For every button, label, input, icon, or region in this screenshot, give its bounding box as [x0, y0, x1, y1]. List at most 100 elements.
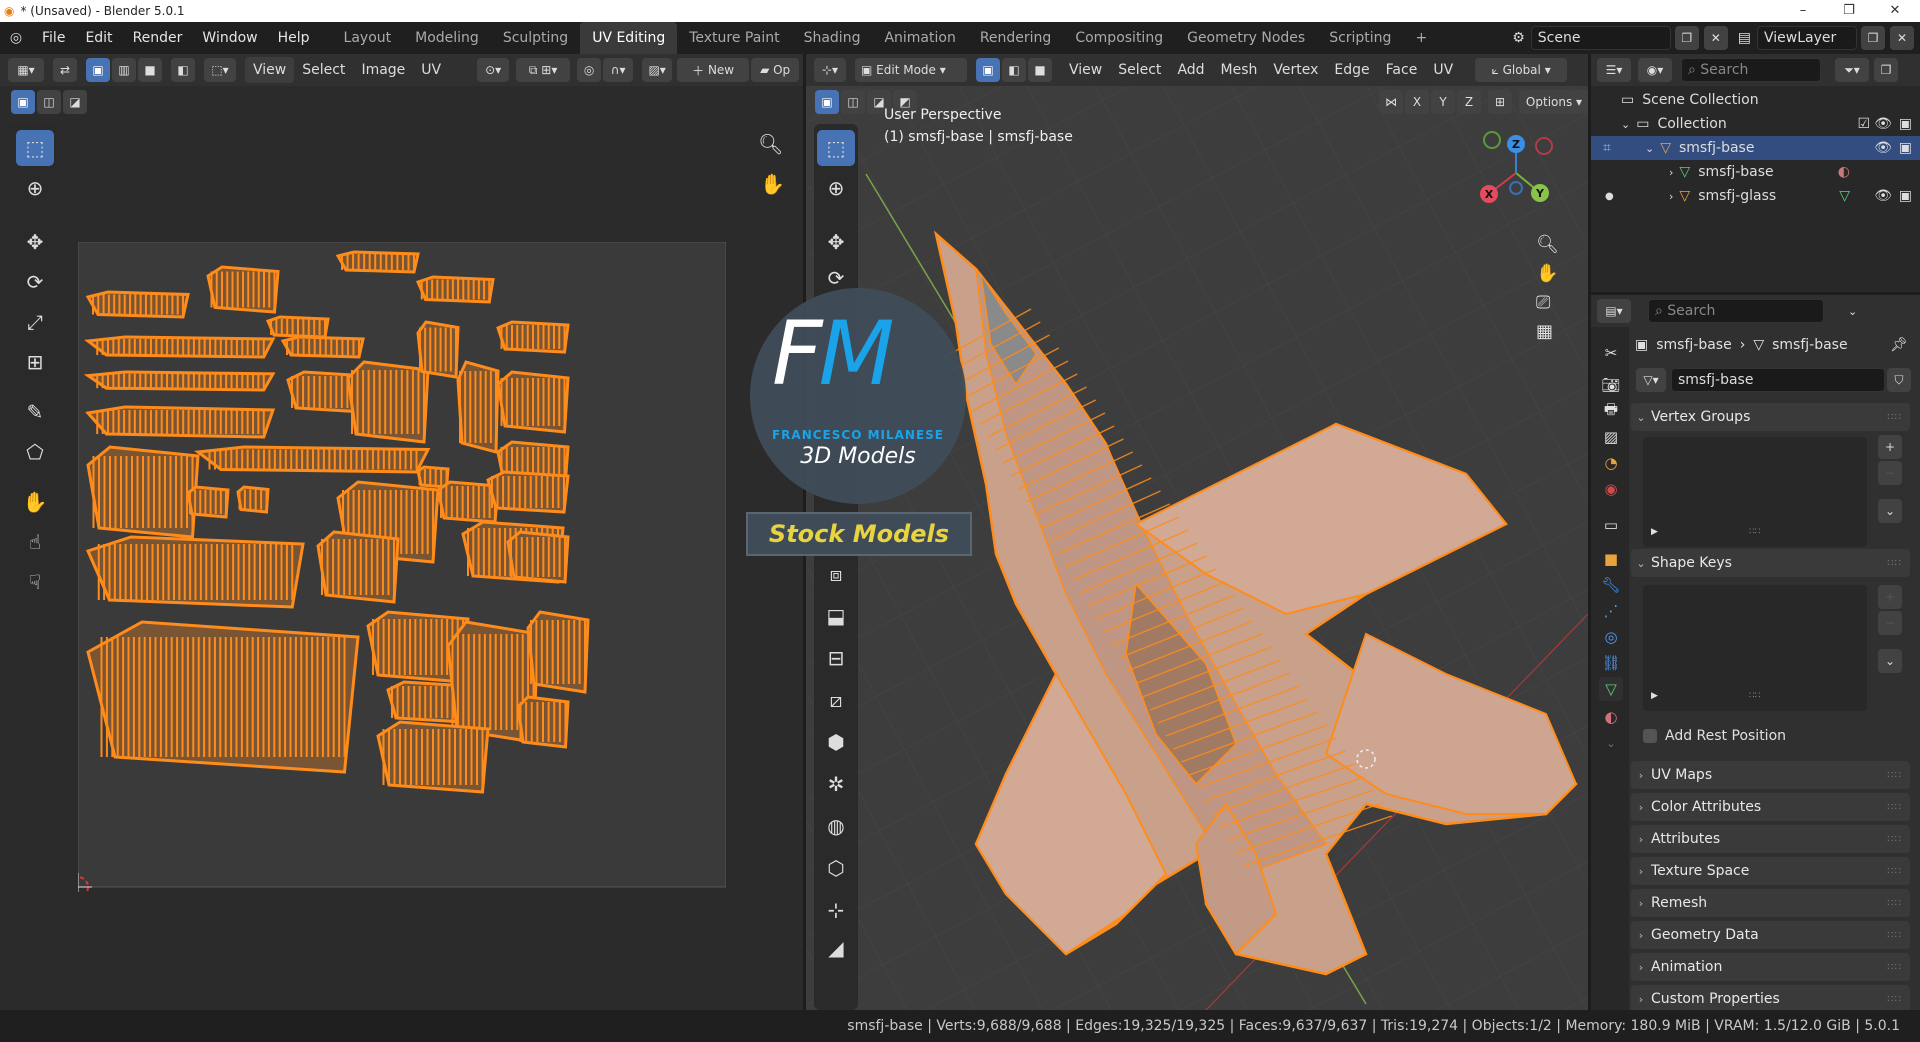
island-select-icon[interactable]: ◧ — [171, 58, 195, 82]
rip-tool-icon[interactable]: ⬠ — [16, 434, 54, 470]
panel-texture-space[interactable]: › Texture Space ∷∷ — [1631, 857, 1910, 885]
render-camera-icon[interactable]: ▣ — [1899, 188, 1912, 204]
resize-grip-icon[interactable]: ∷∷ — [1749, 691, 1760, 701]
chevron-down-icon[interactable]: ⌄ — [1848, 305, 1857, 318]
vp-menu-view[interactable]: View — [1061, 57, 1110, 83]
vp-menu-select[interactable]: Select — [1110, 57, 1169, 83]
mirror-y-button[interactable]: Y — [1431, 90, 1455, 114]
scene-tab-icon[interactable]: ◔ — [1599, 451, 1623, 475]
drag-grip-icon[interactable]: ∷∷ — [1887, 994, 1902, 1005]
pin-icon[interactable]: 📌︎ — [1890, 337, 1908, 353]
perspective-toggle-icon[interactable]: ▦ — [1536, 321, 1559, 342]
render-camera-icon[interactable]: ▣ — [1899, 140, 1912, 156]
tab-rendering[interactable]: Rendering — [968, 22, 1064, 54]
output-tab-icon[interactable]: 🖶︎ — [1599, 399, 1623, 423]
shear-tool-icon[interactable]: ◢ — [817, 930, 855, 966]
sticky-mode-icon[interactable]: ⬚▾ — [204, 58, 236, 82]
viewport-editor-type-icon[interactable]: ⊹▾ — [814, 58, 846, 82]
vp-zoom-icon[interactable]: 🔍︎ — [1536, 234, 1559, 255]
collection-tab-icon[interactable]: ▭ — [1599, 513, 1623, 537]
filter-icon[interactable]: ⏷▾ — [1835, 58, 1869, 82]
vertex-mode-icon[interactable]: ▣ — [976, 58, 1000, 82]
vp-menu-face[interactable]: Face — [1378, 57, 1426, 83]
pan-icon[interactable]: ✋ — [760, 172, 785, 196]
remove-scene-icon[interactable]: ✕ — [1703, 26, 1728, 50]
drag-grip-icon[interactable]: ∷∷ — [1887, 834, 1902, 845]
editor-type-icon[interactable]: ▦▾ — [8, 58, 44, 82]
world-tab-icon[interactable]: ◉ — [1599, 477, 1623, 501]
falloff-icon[interactable]: ∩▾ — [603, 58, 634, 82]
panel-remesh[interactable]: › Remesh ∷∷ — [1631, 889, 1910, 917]
open-image-button[interactable]: ▰ Op — [751, 58, 800, 82]
panel-shape-keys[interactable]: ⌄ Shape Keys ∷∷ — [1631, 549, 1910, 577]
scene-selector[interactable]: Scene — [1530, 26, 1671, 50]
expand-icon[interactable]: › — [1669, 166, 1673, 179]
properties-search[interactable]: ⌕ Search — [1648, 299, 1824, 323]
vp-cursor-tool-icon[interactable]: ⊕ — [817, 170, 855, 206]
select-extend-icon[interactable]: ◫ — [37, 90, 61, 114]
drag-grip-icon[interactable]: ∷∷ — [1887, 558, 1902, 569]
select-new-icon[interactable]: ▣ — [11, 90, 35, 114]
shrink-tool-icon[interactable]: ⊹ — [817, 892, 855, 928]
add-vertex-group-icon[interactable]: + — [1878, 435, 1902, 459]
sync-selection-icon[interactable]: ⇄ — [53, 58, 77, 82]
proportional-edit-icon[interactable]: ◎ — [577, 58, 602, 82]
new-image-button[interactable]: ＋ New — [677, 58, 750, 82]
mirror-icon[interactable]: ⋈ — [1379, 90, 1403, 114]
auto-merge-icon[interactable]: ⊞ — [1488, 90, 1512, 114]
resize-grip-icon[interactable]: ∷∷ — [1749, 527, 1760, 537]
snap-icon[interactable]: ⧉ ⊞▾ — [516, 58, 571, 82]
drag-grip-icon[interactable]: ∷∷ — [1887, 412, 1902, 423]
expand-icon[interactable]: ⌄ — [1621, 118, 1630, 131]
panel-uv-maps[interactable]: › UV Maps ∷∷ — [1631, 761, 1910, 789]
panel-color-attributes[interactable]: › Color Attributes ∷∷ — [1631, 793, 1910, 821]
vertex-group-specials-icon[interactable]: ⌄ — [1878, 499, 1902, 523]
fake-user-shield-icon[interactable]: ⛉ — [1887, 368, 1911, 392]
panel-vertex-groups[interactable]: ⌄ Vertex Groups ∷∷ — [1631, 403, 1910, 431]
mirror-x-button[interactable]: X — [1405, 90, 1429, 114]
grab-tool-icon[interactable]: ✋ — [16, 484, 54, 520]
edge-slide-tool-icon[interactable]: ⬡ — [817, 850, 855, 886]
panel-custom-properties[interactable]: › Custom Properties ∷∷ — [1631, 985, 1910, 1013]
tool-tab-icon[interactable]: ✂ — [1599, 341, 1623, 365]
constraints-tab-icon[interactable]: ⛓︎ — [1599, 651, 1623, 675]
particles-tab-icon[interactable]: ⋰ — [1599, 599, 1623, 623]
more-tabs-icon[interactable]: ⌄ — [1599, 731, 1623, 755]
transform-tool-icon[interactable]: ⊞ — [16, 344, 54, 380]
mesh-name-field[interactable]: smsfj-base — [1671, 368, 1885, 392]
maximize-button[interactable]: ❐ — [1826, 0, 1872, 22]
add-workspace-button[interactable]: + — [1403, 22, 1439, 54]
vertex-groups-list[interactable]: ▶ ∷∷ — [1643, 437, 1867, 547]
poly-build-tool-icon[interactable]: ⬢ — [817, 724, 855, 760]
remove-view-layer-icon[interactable]: ✕ — [1890, 26, 1914, 50]
tab-texture-paint[interactable]: Texture Paint — [677, 22, 791, 54]
panel-attributes[interactable]: › Attributes ∷∷ — [1631, 825, 1910, 853]
rotate-tool-icon[interactable]: ⟳ — [16, 264, 54, 300]
expand-icon[interactable]: ⌄ — [1645, 142, 1654, 155]
data-tab-icon[interactable]: ▽ — [1599, 677, 1623, 701]
view-layer-icon[interactable]: ▤ — [1738, 30, 1751, 46]
pinch-tool-icon[interactable]: ☟ — [16, 564, 54, 600]
vp-menu-add[interactable]: Add — [1169, 57, 1212, 83]
tab-geometry-nodes[interactable]: Geometry Nodes — [1175, 22, 1317, 54]
outliner-item-smsfj-base[interactable]: ⌗ ⌄ ▽ smsfj-base 👁︎ ▣ — [1591, 136, 1920, 160]
remove-vertex-group-icon[interactable]: − — [1878, 461, 1902, 485]
new-scene-icon[interactable]: ❐ — [1674, 26, 1699, 50]
vp-menu-mesh[interactable]: Mesh — [1213, 57, 1266, 83]
outliner-scene-collection[interactable]: ▭ Scene Collection — [1591, 88, 1920, 112]
outliner-search[interactable]: ⌕ Search — [1681, 58, 1821, 82]
vp-pan-icon[interactable]: ✋ — [1536, 263, 1559, 284]
expand-icon[interactable]: › — [1669, 190, 1673, 203]
properties-editor-type-icon[interactable]: ▤▾ — [1597, 299, 1631, 323]
tab-uv-editing[interactable]: UV Editing — [580, 22, 678, 54]
visibility-eye-icon[interactable]: 👁︎ — [1874, 140, 1892, 156]
modifier-tab-icon[interactable]: 🔧︎ — [1599, 573, 1623, 597]
vp-move-tool-icon[interactable]: ✥ — [817, 224, 855, 260]
menu-window[interactable]: Window — [192, 22, 267, 54]
new-collection-icon[interactable]: ❐ — [1874, 58, 1898, 82]
drag-grip-icon[interactable]: ∷∷ — [1887, 898, 1902, 909]
display-mode-icon[interactable]: ◉▾ — [1638, 58, 1672, 82]
menu-render[interactable]: Render — [123, 22, 193, 54]
render-camera-icon[interactable]: ▣ — [1899, 116, 1912, 132]
scale-tool-icon[interactable]: ⤢ — [16, 304, 54, 340]
